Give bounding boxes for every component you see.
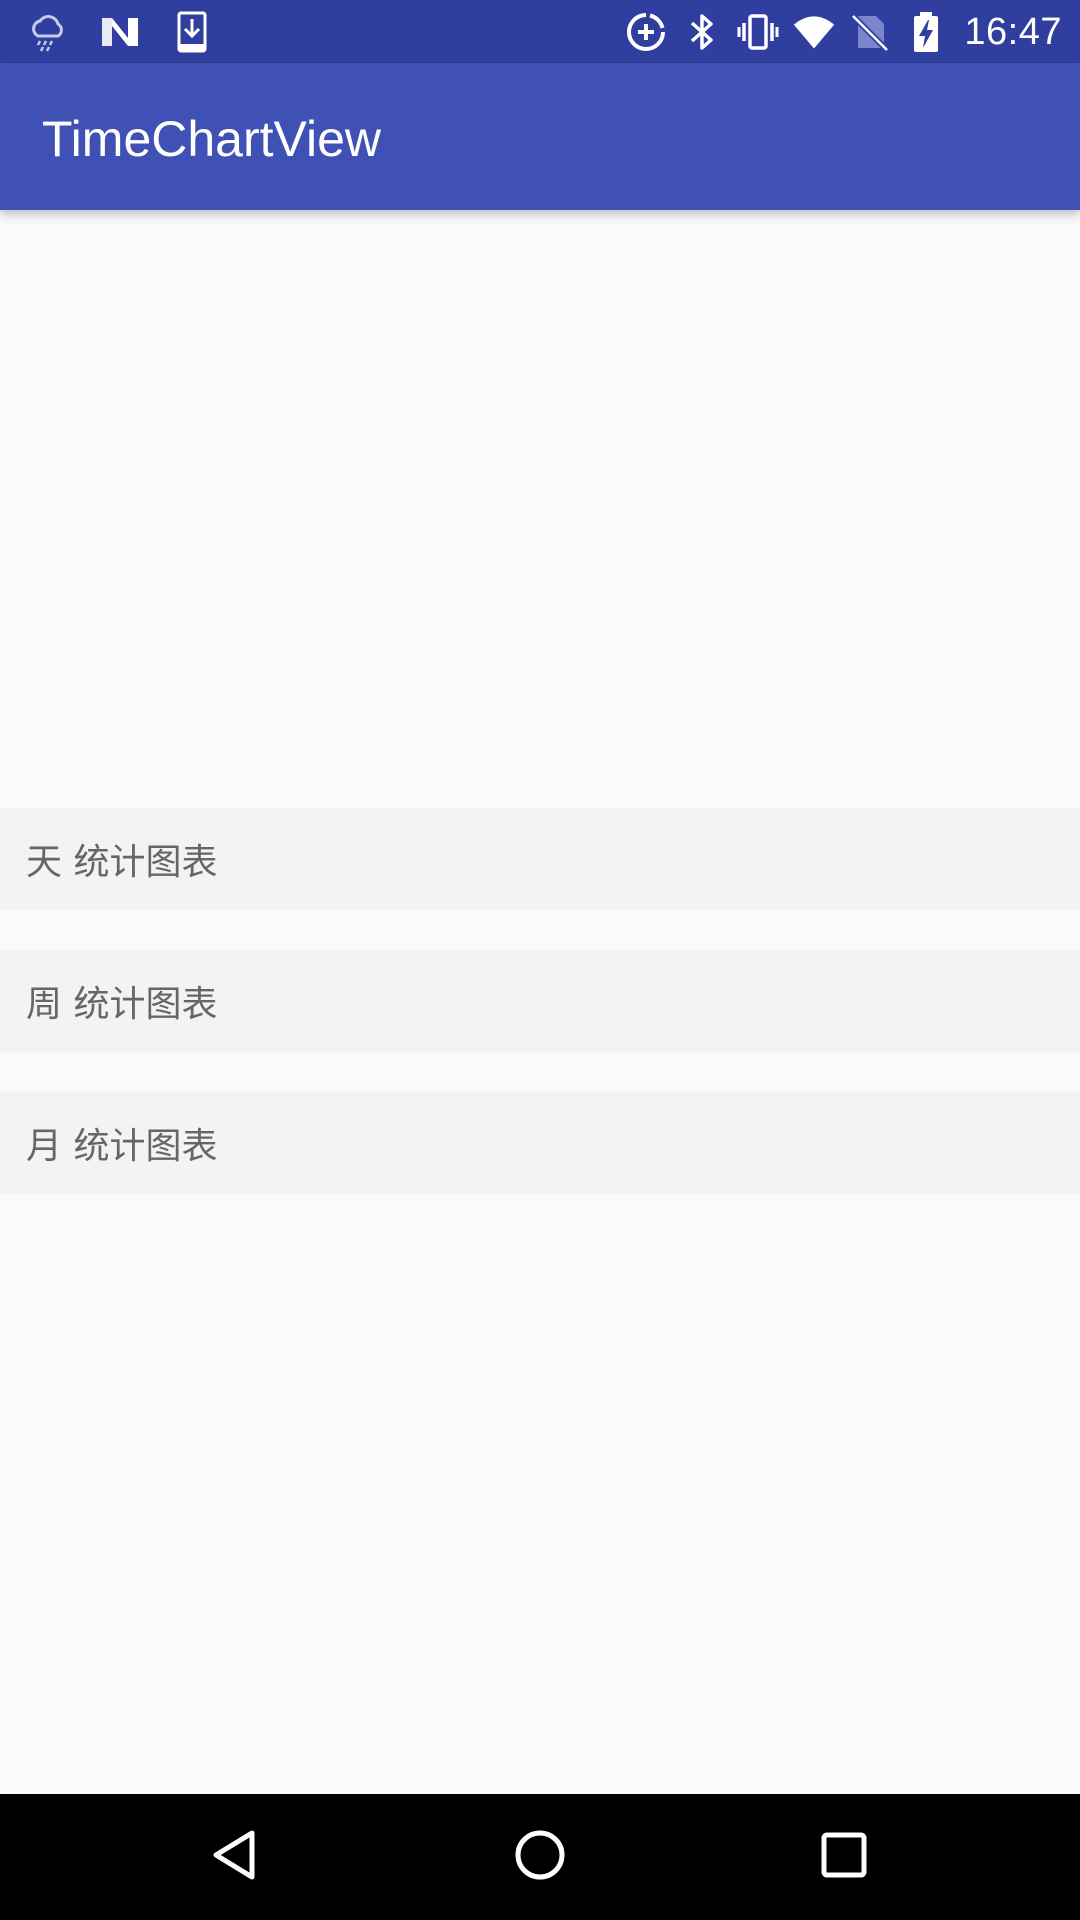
wifi-icon	[792, 10, 836, 54]
recents-button[interactable]	[774, 1794, 914, 1920]
data-saver-icon	[624, 10, 668, 54]
status-bar: 16:47	[0, 0, 1080, 63]
bluetooth-icon	[680, 10, 724, 54]
home-icon	[512, 1827, 568, 1887]
back-button[interactable]	[166, 1794, 306, 1920]
status-left-icons	[26, 10, 214, 54]
month-chart-label: 月 统计图表	[26, 1126, 218, 1167]
cloud-rain-icon	[26, 10, 70, 54]
home-button[interactable]	[470, 1794, 610, 1920]
month-chart-item[interactable]: 月 统计图表	[0, 1092, 1080, 1194]
week-chart-label: 周 统计图表	[26, 984, 218, 1025]
main-content: 天 统计图表 周 统计图表 月 统计图表	[0, 210, 1080, 1794]
week-chart-item[interactable]: 周 统计图表	[0, 950, 1080, 1052]
app-bar: TimeChartView	[0, 63, 1080, 210]
no-sim-icon	[848, 10, 892, 54]
back-icon	[208, 1827, 264, 1887]
download-icon	[170, 10, 214, 54]
battery-charging-icon	[904, 10, 948, 54]
day-chart-item[interactable]: 天 统计图表	[0, 808, 1080, 910]
day-chart-label: 天 统计图表	[26, 842, 218, 883]
navigation-bar	[0, 1794, 1080, 1920]
n-logo-icon	[98, 10, 142, 54]
vibrate-icon	[736, 10, 780, 54]
recents-icon	[816, 1827, 872, 1887]
status-time: 16:47	[964, 11, 1062, 53]
status-right-icons: 16:47	[624, 10, 1062, 54]
app-title: TimeChartView	[42, 111, 381, 167]
